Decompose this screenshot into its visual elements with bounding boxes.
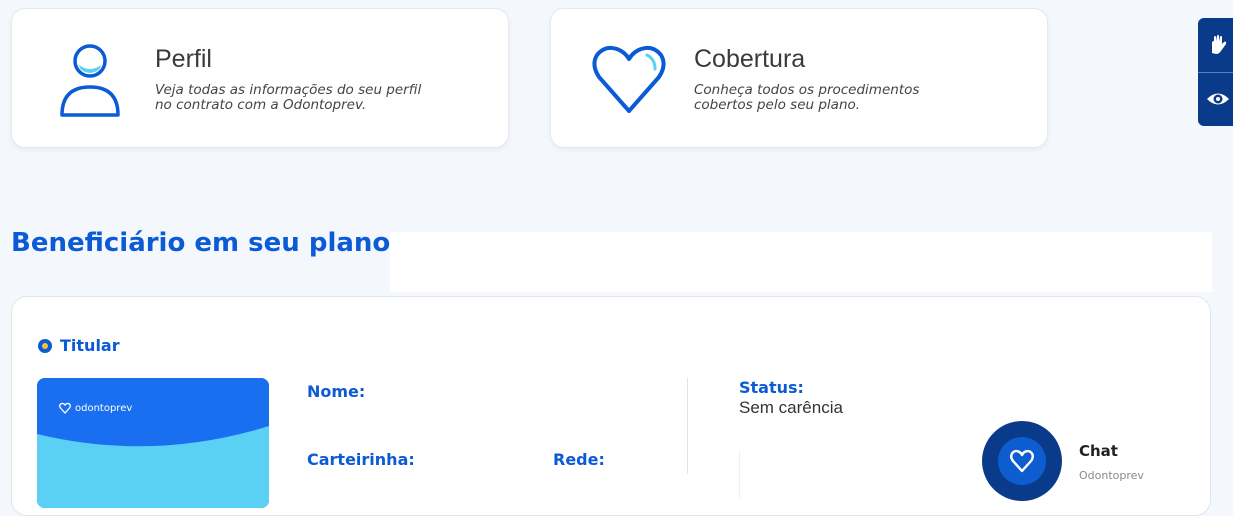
column-divider [687,378,688,474]
chat-subtitle: Odontoprev [1079,469,1144,482]
accessibility-toolbar [1198,18,1233,126]
perfil-card[interactable]: Perfil Veja todas as informações do seu … [11,8,509,148]
sign-language-button[interactable] [1198,18,1233,73]
status-value: Sem carência [739,398,843,417]
column-divider-secondary [739,450,740,500]
heart-logo-icon [1010,449,1034,473]
heart-tooth-icon [592,45,666,113]
chat-title: Chat [1079,442,1118,460]
status-label: Status: [739,378,804,397]
chat-avatar [998,437,1046,485]
section-header-background [390,232,1212,292]
visual-accessibility-button[interactable] [1198,72,1233,126]
user-profile-icon [60,44,120,117]
card-wave-background [37,378,269,508]
chat-widget[interactable]: Chat Odontoprev [968,393,1184,503]
member-card[interactable]: odontoprev [37,378,269,508]
nome-label: Nome: [307,382,366,401]
star-dot-icon [38,338,52,353]
perfil-title: Perfil [155,45,212,73]
cobertura-description: Conheça todos os procedimentos cobertos … [694,82,920,113]
hand-sign-icon [1212,35,1227,54]
card-brand: odontoprev [59,402,132,414]
cobertura-card[interactable]: Cobertura Conheça todos os procedimentos… [550,8,1048,148]
titular-label: Titular [60,336,120,355]
rede-label: Rede: [553,450,605,469]
odontoprev-logo-icon [59,402,71,414]
cobertura-title: Cobertura [694,45,806,73]
titular-badge: Titular [38,336,120,355]
perfil-description: Veja todas as informações do seu perfil … [155,82,422,113]
chat-button[interactable] [982,421,1062,501]
eye-icon [1207,93,1229,105]
section-title: Beneficiário em seu plano [11,228,391,258]
carteirinha-label: Carteirinha: [307,450,415,469]
